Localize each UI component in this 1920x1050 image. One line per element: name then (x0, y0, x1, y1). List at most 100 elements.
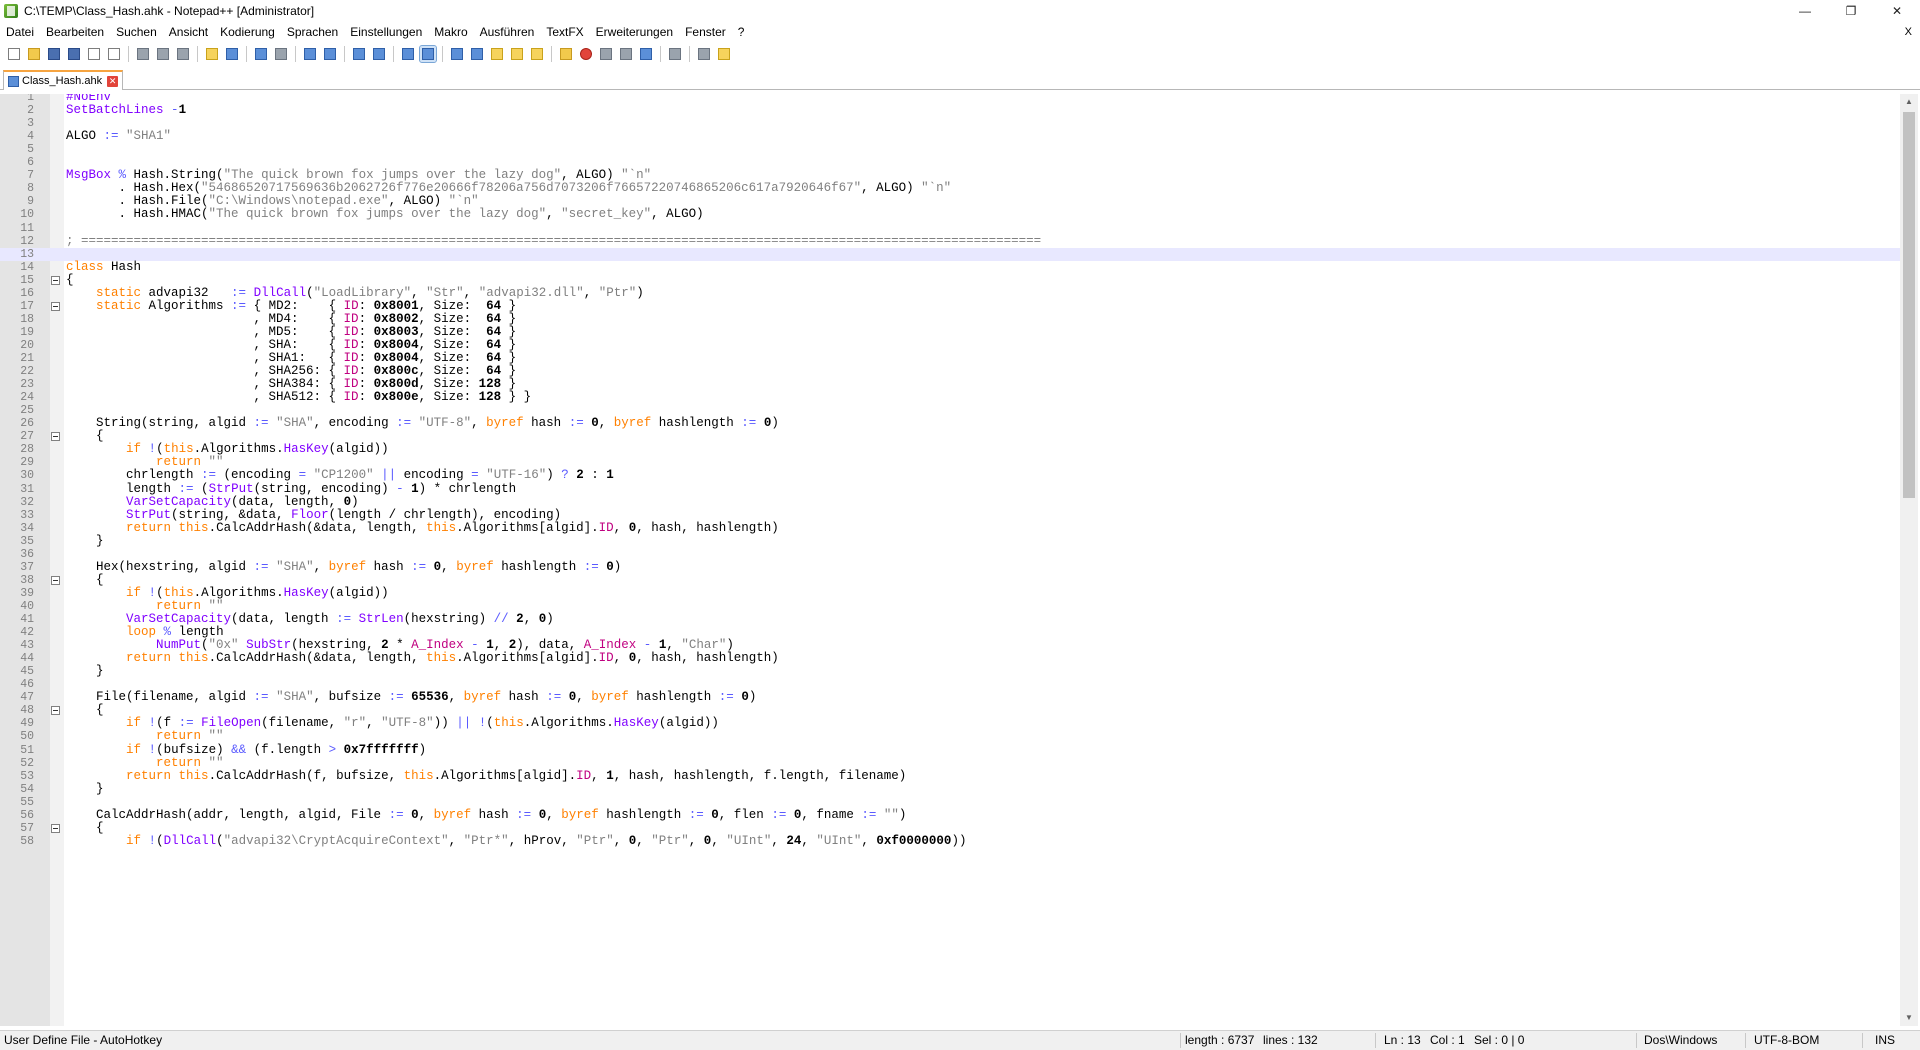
menu-item-makro[interactable]: Makro (428, 25, 473, 39)
scroll-down-icon[interactable]: ▼ (1900, 1010, 1918, 1026)
code-line[interactable]: 35 } (0, 535, 1900, 549)
run-macro-multiple-icon[interactable] (638, 46, 654, 62)
function-list-icon[interactable] (529, 46, 545, 62)
code-line[interactable]: 1 #NoEnv (0, 94, 1900, 104)
code-line[interactable]: 26 String(string, algid := "SHA", encodi… (0, 417, 1900, 431)
scroll-thumb[interactable] (1903, 112, 1915, 498)
menu-item-bearbeiten[interactable]: Bearbeiten (40, 25, 110, 39)
menu-item-einstellungen[interactable]: Einstellungen (344, 25, 428, 39)
code-line[interactable]: 37 Hex(hexstring, algid := "SHA", byref … (0, 561, 1900, 575)
menu-item-kodierung[interactable]: Kodierung (214, 25, 281, 39)
code-line[interactable]: 39 if !(this.Algorithms.HasKey(algid)) (0, 587, 1900, 601)
menu-item-suchen[interactable]: Suchen (110, 25, 163, 39)
code-editor[interactable]: 1 #NoEnv 2 SetBatchLines -1 3 4 ALGO := "SHA1"… (0, 94, 1900, 1026)
tab-class-hash[interactable]: Class_Hash.ahk ✕ (3, 70, 124, 90)
paste-icon[interactable] (204, 46, 220, 62)
document-map-icon[interactable] (509, 46, 525, 62)
code-line[interactable]: 12 ; ====================================… (0, 235, 1900, 249)
code-line[interactable]: 53 return this.CalcAddrHash(f, bufsize, … (0, 770, 1900, 784)
folder-as-workspace-glyph (560, 48, 572, 60)
zoom-in-icon[interactable] (322, 46, 338, 62)
close-window-button[interactable]: ✕ (1874, 0, 1920, 22)
code-line[interactable]: 51 if !(bufsize) && (f.length > 0x7fffff… (0, 744, 1900, 758)
menu-item-sprachen[interactable]: Sprachen (281, 25, 344, 39)
close-icon[interactable] (86, 46, 102, 62)
fold-toggle-icon[interactable] (51, 824, 60, 833)
code-line[interactable]: 54 } (0, 783, 1900, 797)
line-number: 22 (20, 365, 34, 378)
save-icon[interactable] (46, 46, 62, 62)
show-all-characters-glyph (451, 48, 463, 60)
code-line[interactable]: 28 if !(this.Algorithms.HasKey(algid)) (0, 443, 1900, 457)
maximize-button[interactable]: ❐ (1828, 0, 1874, 22)
menu-item-textfx[interactable]: TextFX (540, 25, 589, 39)
print-icon[interactable] (135, 46, 151, 62)
copy-icon[interactable] (175, 46, 191, 62)
line-number: 6 (27, 156, 34, 169)
new-file-icon[interactable] (6, 46, 22, 62)
fold-toggle-icon[interactable] (51, 276, 60, 285)
code-line[interactable]: 24 , SHA512: { ID: 0x800e, Size: 128 } } (0, 391, 1900, 405)
zoom-out-icon[interactable] (351, 46, 367, 62)
indent-guide-icon[interactable] (469, 46, 485, 62)
code-line[interactable]: 13 (0, 248, 1900, 261)
fold-toggle-icon[interactable] (51, 302, 60, 311)
fold-toggle-icon[interactable] (51, 576, 60, 585)
line-number: 46 (20, 678, 34, 691)
record-macro-icon[interactable] (578, 46, 594, 62)
open-file-icon[interactable] (26, 46, 42, 62)
user-define-language-icon[interactable] (489, 46, 505, 62)
sync-horizontal-icon[interactable] (400, 46, 416, 62)
show-all-characters-icon[interactable] (449, 46, 465, 62)
code-line[interactable]: 3 (0, 117, 1900, 130)
code-line[interactable]: 2 SetBatchLines -1 (0, 104, 1900, 118)
code-line[interactable]: 44 return this.CalcAddrHash(&data, lengt… (0, 652, 1900, 666)
replace-icon[interactable] (302, 46, 318, 62)
undo-icon[interactable] (224, 46, 240, 62)
save-macro-icon[interactable] (667, 46, 683, 62)
code-line[interactable]: 5 (0, 143, 1900, 156)
code-line[interactable]: 4 ALGO := "SHA1" (0, 130, 1900, 144)
sync-vertical-icon[interactable] (371, 46, 387, 62)
code-line[interactable]: 49 if !(f := FileOpen(filename, "r", "UT… (0, 717, 1900, 731)
code-line[interactable]: 45 } (0, 665, 1900, 679)
code-line[interactable]: 10 . Hash.HMAC("The quick brown fox jump… (0, 208, 1900, 222)
menu-item-help[interactable]: ? (732, 25, 751, 39)
code-line[interactable]: 58 if !(DllCall("advapi32\CryptAcquireCo… (0, 835, 1900, 849)
menu-item-datei[interactable]: Datei (0, 25, 40, 39)
close-all-icon[interactable] (106, 46, 122, 62)
code-line[interactable]: 14 class Hash (0, 261, 1900, 275)
code-line[interactable]: 34 return this.CalcAddrHash(&data, lengt… (0, 522, 1900, 536)
code-line[interactable]: 56 CalcAddrHash(addr, length, algid, Fil… (0, 809, 1900, 823)
stop-macro-icon[interactable] (598, 46, 614, 62)
line-number: 39 (20, 587, 34, 600)
fold-toggle-icon[interactable] (51, 432, 60, 441)
spell-check-icon[interactable] (696, 46, 712, 62)
minimize-button[interactable]: — (1782, 0, 1828, 22)
fold-toggle-icon[interactable] (51, 706, 60, 715)
code-line[interactable]: 30 chrlength := (encoding = "CP1200" || … (0, 469, 1900, 483)
find-icon[interactable] (273, 46, 289, 62)
menu-item-ausführen[interactable]: Ausführen (474, 25, 541, 39)
vertical-scrollbar[interactable]: ▲ ▼ (1900, 94, 1918, 1026)
code-line[interactable]: 41 VarSetCapacity(data, length := StrLen… (0, 613, 1900, 627)
close-document-button[interactable]: X (1905, 26, 1912, 38)
cut-icon[interactable] (155, 46, 171, 62)
tab-close-icon[interactable]: ✕ (107, 75, 119, 87)
menu-item-ansicht[interactable]: Ansicht (163, 25, 214, 39)
code-line[interactable]: 47 File(filename, algid := "SHA", bufsiz… (0, 691, 1900, 705)
redo-icon[interactable] (253, 46, 269, 62)
menu-item-fenster[interactable]: Fenster (679, 25, 732, 39)
folder-as-workspace-icon[interactable] (558, 46, 574, 62)
code-line[interactable]: 50 return "" (0, 730, 1900, 744)
user-define-language-glyph (491, 48, 503, 60)
line-number: 2 (27, 104, 34, 117)
menu-item-erweiterungen[interactable]: Erweiterungen (590, 25, 679, 39)
status-length: length : 6737 (1185, 1033, 1255, 1047)
play-macro-icon[interactable] (618, 46, 634, 62)
toolbar-separator (660, 46, 661, 62)
word-wrap-icon[interactable] (419, 45, 437, 63)
save-all-icon[interactable] (66, 46, 82, 62)
plugin-icon[interactable] (716, 46, 732, 62)
scroll-up-icon[interactable]: ▲ (1900, 94, 1918, 110)
